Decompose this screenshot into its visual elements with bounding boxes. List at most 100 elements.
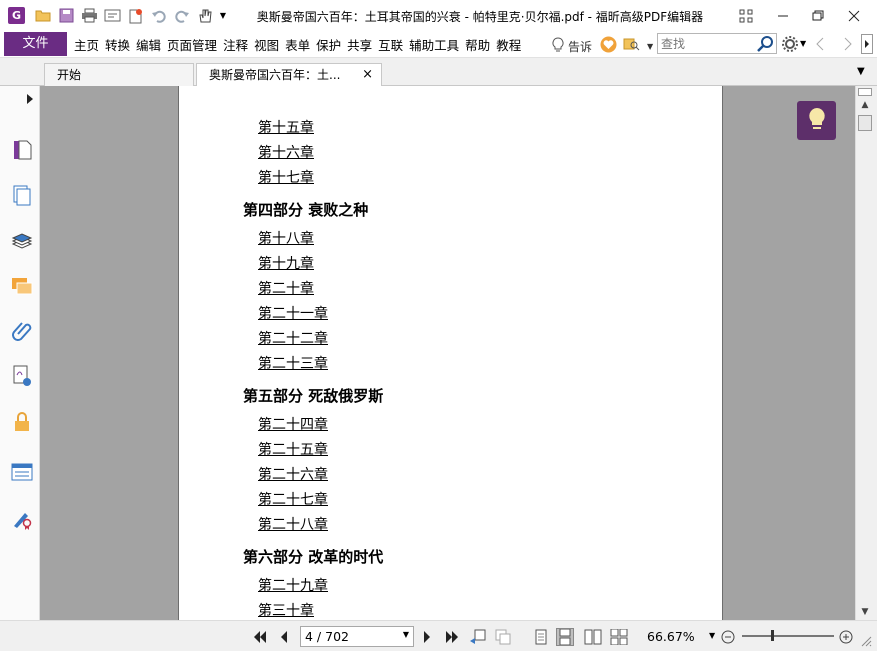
- split-view-handle[interactable]: [858, 88, 872, 96]
- single-page-view-icon[interactable]: [532, 628, 550, 646]
- toc-part-heading: 第五部分 死敌俄罗斯: [243, 387, 384, 405]
- menu-accessibility[interactable]: 辅助工具: [406, 35, 462, 54]
- search-input[interactable]: [658, 34, 754, 53]
- zoom-slider[interactable]: [742, 635, 834, 637]
- file-menu-button[interactable]: 文件: [4, 32, 67, 56]
- menu-view[interactable]: 视图: [251, 35, 282, 54]
- zoom-in-icon[interactable]: [837, 628, 855, 646]
- find-options-icon[interactable]: [623, 37, 643, 55]
- ribbon-scroll-left-icon[interactable]: [815, 36, 825, 55]
- toc-link[interactable]: 第十九章: [258, 252, 383, 277]
- hand-tool-icon[interactable]: [195, 6, 214, 25]
- toc-link[interactable]: 第二十九章: [258, 574, 383, 599]
- layers-icon[interactable]: [10, 229, 34, 253]
- toc-link[interactable]: 第二十四章: [258, 413, 383, 438]
- toc-link[interactable]: 第二十三章: [258, 352, 383, 377]
- table-of-contents: 第十五章 第十六章 第十七章 第四部分 衰败之种 第十八章 第十九章 第二十章 …: [243, 116, 383, 620]
- scroll-down-arrow-icon[interactable]: ▼: [859, 606, 871, 618]
- menu-tutorial[interactable]: 教程: [493, 35, 524, 54]
- next-view-icon[interactable]: [494, 628, 512, 646]
- maximize-button[interactable]: [800, 0, 836, 31]
- facing-page-view-icon[interactable]: [584, 628, 602, 646]
- ribbon-expand-icon[interactable]: [861, 34, 873, 54]
- resize-grip-icon[interactable]: [860, 635, 872, 650]
- heart-icon[interactable]: [600, 36, 617, 56]
- tab-close-icon[interactable]: ×: [362, 64, 373, 86]
- first-page-icon[interactable]: [251, 628, 269, 646]
- content-panel-icon[interactable]: [10, 460, 34, 484]
- menu-organize[interactable]: 页面管理: [164, 35, 220, 54]
- tab-start[interactable]: 开始: [44, 63, 194, 87]
- redo-icon[interactable]: [172, 6, 191, 25]
- toc-link[interactable]: 第二十一章: [258, 302, 383, 327]
- properties-icon[interactable]: [103, 6, 122, 25]
- certification-pen-icon[interactable]: [10, 507, 34, 531]
- ribbon-scroll-right-icon[interactable]: [843, 36, 853, 55]
- minimize-button[interactable]: [765, 0, 801, 31]
- next-page-icon[interactable]: [418, 628, 436, 646]
- toc-part-heading: 第四部分 衰败之种: [243, 201, 369, 219]
- tips-lightbulb-button[interactable]: [797, 101, 836, 140]
- close-window-button[interactable]: [836, 0, 872, 31]
- open-folder-icon[interactable]: [34, 6, 53, 25]
- toc-link[interactable]: 第二十八章: [258, 513, 383, 538]
- continuous-facing-view-icon[interactable]: [610, 628, 628, 646]
- menu-comment[interactable]: 注释: [220, 35, 251, 54]
- settings-gear-icon[interactable]: [782, 36, 798, 55]
- toc-link[interactable]: 第二十七章: [258, 488, 383, 513]
- page-thumbnails-icon[interactable]: [10, 138, 34, 162]
- find-options-chevron-down-icon[interactable]: ▼: [647, 42, 653, 51]
- scroll-up-arrow-icon[interactable]: ▲: [859, 99, 871, 111]
- menu-form[interactable]: 表单: [282, 35, 313, 54]
- print-icon[interactable]: [80, 6, 99, 25]
- attachments-paperclip-icon[interactable]: [10, 319, 34, 343]
- app-logo[interactable]: G: [8, 7, 25, 24]
- menu-edit[interactable]: 编辑: [133, 35, 164, 54]
- document-view[interactable]: 第十五章 第十六章 第十七章 第四部分 衰败之种 第十八章 第十九章 第二十章 …: [40, 86, 855, 620]
- menu-help[interactable]: 帮助: [462, 35, 493, 54]
- security-lock-icon[interactable]: [10, 410, 34, 434]
- menu-protect[interactable]: 保护: [313, 35, 344, 54]
- expand-panel-icon[interactable]: [26, 93, 34, 108]
- page-number-chevron-down-icon[interactable]: ▼: [403, 630, 409, 639]
- settings-chevron-down-icon[interactable]: ▼: [800, 39, 806, 48]
- tab-list-chevron-down-icon[interactable]: ▼: [857, 66, 865, 77]
- vertical-scrollbar[interactable]: ▲ ▼: [855, 86, 873, 620]
- zoom-level[interactable]: 66.67%: [647, 629, 695, 644]
- toc-link[interactable]: 第二十章: [258, 277, 383, 302]
- toc-link[interactable]: 第二十五章: [258, 438, 383, 463]
- tab-document[interactable]: 奥斯曼帝国六百年：土... ×: [196, 63, 382, 87]
- scroll-thumb[interactable]: [858, 115, 872, 131]
- menu-connect[interactable]: 互联: [375, 35, 406, 54]
- zoom-out-icon[interactable]: [719, 628, 737, 646]
- last-page-icon[interactable]: [443, 628, 461, 646]
- toc-link[interactable]: 第三十章: [258, 599, 383, 620]
- lightbulb-icon: [552, 37, 564, 55]
- toc-link[interactable]: 第二十六章: [258, 463, 383, 488]
- toc-link[interactable]: 第十八章: [258, 227, 383, 252]
- menu-home[interactable]: 主页: [71, 35, 102, 54]
- toc-link[interactable]: 第二十二章: [258, 327, 383, 352]
- new-document-icon[interactable]: [126, 6, 145, 25]
- page-number-field[interactable]: 4 / 702 ▼: [300, 626, 414, 647]
- signatures-icon[interactable]: [10, 364, 34, 388]
- menu-share[interactable]: 共享: [344, 35, 375, 54]
- save-icon[interactable]: [57, 6, 76, 25]
- continuous-page-view-icon[interactable]: [556, 628, 574, 646]
- zoom-slider-handle[interactable]: [771, 630, 774, 641]
- undo-icon[interactable]: [149, 6, 168, 25]
- toc-link[interactable]: 第十五章: [258, 116, 383, 141]
- search-box[interactable]: [657, 33, 777, 54]
- pages-icon[interactable]: [10, 183, 34, 207]
- toc-link[interactable]: 第十六章: [258, 141, 383, 166]
- tell-me[interactable]: 告诉 ▼: [552, 36, 653, 56]
- previous-page-icon[interactable]: [275, 628, 293, 646]
- menu-convert[interactable]: 转换: [102, 35, 133, 54]
- window-title: 奥斯曼帝国六百年：土耳其帝国的兴衰 - 帕特里克·贝尔福.pdf - 福昕高级P…: [256, 10, 704, 24]
- ribbon-display-options-icon[interactable]: [728, 0, 764, 31]
- comments-icon[interactable]: [10, 274, 34, 298]
- toc-link[interactable]: 第十七章: [258, 166, 383, 191]
- zoom-chevron-down-icon[interactable]: ▼: [709, 631, 715, 640]
- search-icon[interactable]: [757, 35, 774, 55]
- previous-view-icon[interactable]: [469, 628, 487, 646]
